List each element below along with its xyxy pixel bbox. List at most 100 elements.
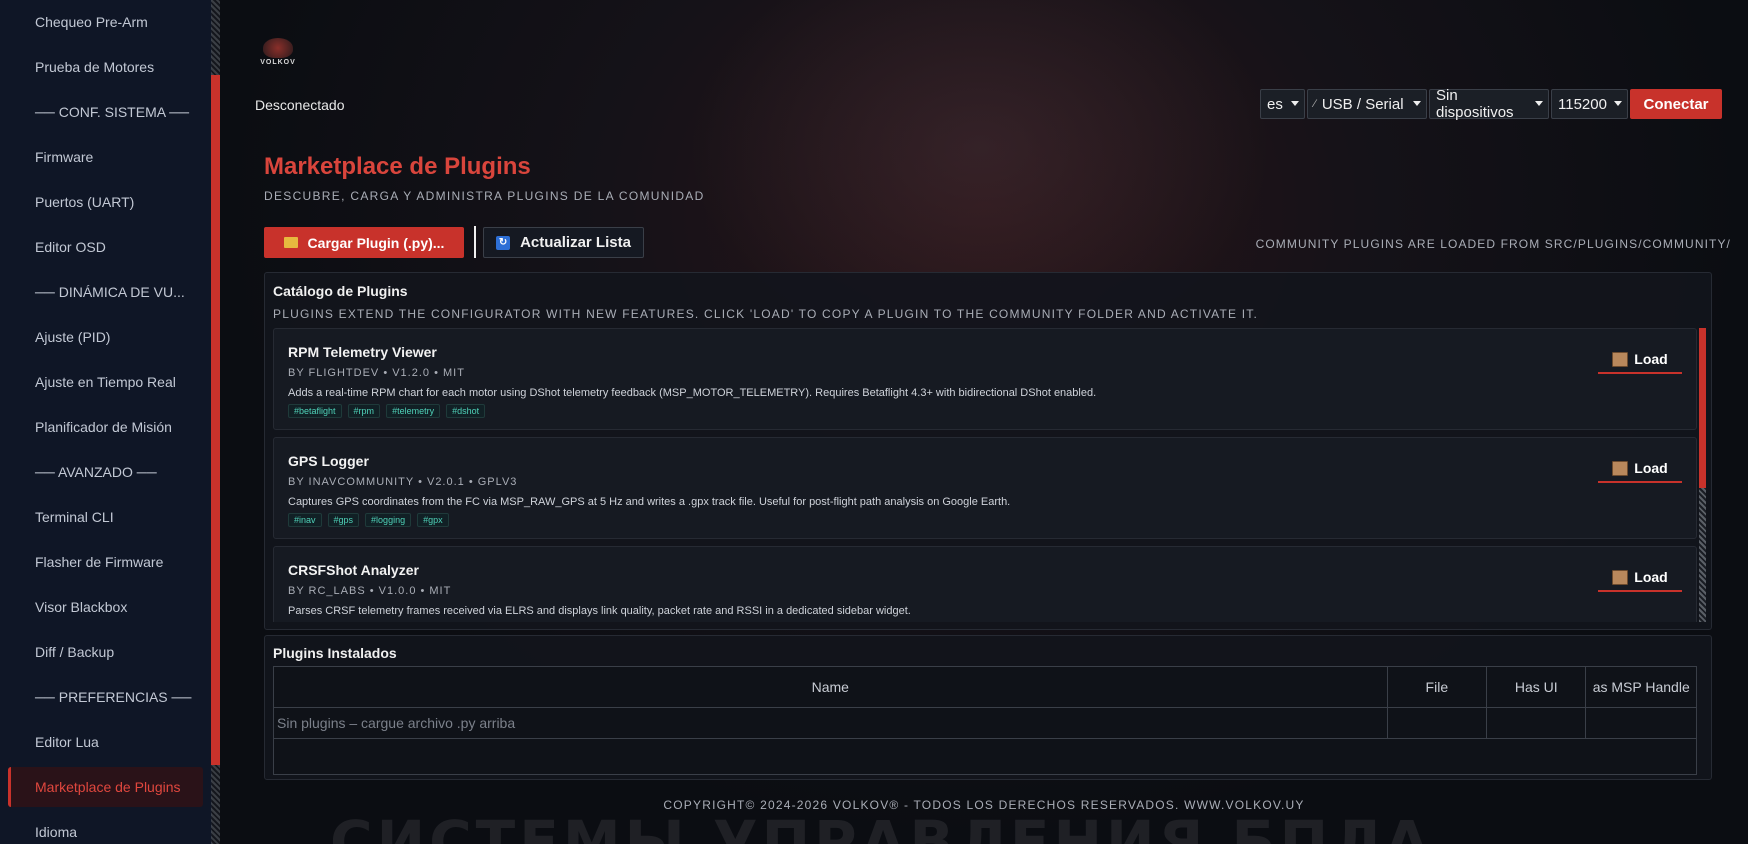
- sidebar-item[interactable]: Terminal CLI: [8, 497, 203, 537]
- plugin-tag[interactable]: #rpm: [347, 404, 381, 418]
- chevron-down-icon: [1291, 101, 1299, 106]
- empty-table-message: Sin plugins – cargue archivo .py arriba: [273, 707, 1388, 739]
- plugin-tag[interactable]: #gps: [327, 513, 360, 527]
- chevron-down-icon: [1614, 101, 1622, 106]
- connect-button[interactable]: Conectar: [1630, 89, 1722, 119]
- table-empty-space: [273, 738, 1697, 775]
- logo-emblem-icon: [263, 38, 293, 58]
- plugin-meta: BY FLIGHTDEV • V1.2.0 • MIT: [288, 367, 465, 379]
- plugin-name: CRSFShot Analyzer: [288, 562, 419, 578]
- plugin-description: Parses CRSF telemetry frames received vi…: [288, 605, 911, 617]
- port-type-select[interactable]: ∕ USB / Serial: [1307, 89, 1427, 119]
- baud-select[interactable]: 115200: [1551, 89, 1628, 119]
- connection-toolbar: es ∕ USB / Serial Sin dispositivos 11520…: [1260, 87, 1722, 121]
- plugin-load-label: Load: [1634, 351, 1668, 367]
- sidebar-item[interactable]: Puertos (UART): [8, 182, 203, 222]
- package-icon: [1612, 569, 1629, 585]
- toolbar-divider: [474, 226, 476, 258]
- catalog-subtitle: PLUGINS EXTEND THE CONFIGURATOR WITH NEW…: [273, 307, 1259, 321]
- sidebar-section-header: ── CONF. SISTEMA ──: [35, 104, 190, 120]
- sidebar-nav: Chequeo Pre-Arm Prueba de Motores ── CONF.…: [0, 0, 203, 844]
- plugin-meta: BY INAVCOMMUNITY • V2.0.1 • GPLV3: [288, 476, 518, 488]
- column-header-msp-handle[interactable]: as MSP Handle: [1585, 666, 1697, 708]
- sidebar-item[interactable]: Editor Lua: [8, 722, 203, 762]
- main-area: СИСТЕМЫ УПРАВЛЕНИЯ БПЛА VOLKOV Desconect…: [220, 0, 1748, 844]
- column-header-name[interactable]: Name: [273, 666, 1388, 708]
- plugin-card-list: RPM Telemetry Viewer BY FLIGHTDEV • V1.2.…: [273, 328, 1697, 622]
- catalog-scrollbar-thumb[interactable]: [1699, 328, 1706, 488]
- plugin-tag[interactable]: #dshot: [446, 404, 486, 418]
- sidebar-item[interactable]: Prueba de Motores: [8, 47, 203, 87]
- catalog-title: Catálogo de Plugins: [273, 283, 408, 299]
- plugin-tag[interactable]: #gpx: [417, 513, 449, 527]
- connection-status: Desconectado: [255, 97, 345, 113]
- background-watermark: СИСТЕМЫ УПРАВЛЕНИЯ БПЛА: [330, 808, 1434, 844]
- sidebar-item[interactable]: Visor Blackbox: [8, 587, 203, 627]
- table-row[interactable]: Sin plugins – cargue archivo .py arriba: [273, 707, 1697, 739]
- community-path-note: COMMUNITY PLUGINS ARE LOADED FROM SRC/PL…: [1255, 237, 1731, 251]
- package-icon: [1612, 460, 1629, 476]
- sidebar-item[interactable]: Diff / Backup: [8, 632, 203, 672]
- plugin-tags: #inav #gps #logging #gpx: [288, 513, 449, 527]
- plugin-description: Adds a real-time RPM chart for each moto…: [288, 387, 1097, 399]
- volkov-logo: VOLKOV: [256, 36, 300, 68]
- sidebar-item[interactable]: Marketplace de Plugins: [8, 767, 203, 807]
- plugin-load-label: Load: [1634, 569, 1668, 585]
- column-header-has-ui[interactable]: Has UI: [1486, 666, 1587, 708]
- plugin-tag[interactable]: #betaflight: [288, 404, 342, 418]
- installed-plugins-table: Name File Has UI as MSP Handle Sin plugi…: [273, 666, 1697, 775]
- plugin-load-label: Load: [1634, 460, 1668, 476]
- sidebar-section-header: ── AVANZADO ──: [35, 464, 157, 480]
- sidebar-item[interactable]: Chequeo Pre-Arm: [8, 2, 203, 42]
- folder-icon: [283, 237, 298, 248]
- device-value: Sin dispositivos: [1436, 87, 1514, 121]
- page-title: Marketplace de Plugins: [264, 153, 531, 180]
- refresh-list-button[interactable]: ↻ Actualizar Lista: [483, 227, 644, 258]
- plugin-load-button[interactable]: Load: [1598, 564, 1682, 592]
- sidebar: Chequeo Pre-Arm Prueba de Motores ── CONF.…: [0, 0, 212, 844]
- chevron-down-icon: [1535, 101, 1543, 106]
- plugin-meta: BY RC_LABS • V1.0.0 • MIT: [288, 585, 452, 597]
- page-subtitle: DESCUBRE, CARGA Y ADMINISTRA PLUGINS DE …: [264, 189, 705, 203]
- plugin-load-button[interactable]: Load: [1598, 346, 1682, 374]
- plug-icon: ∕: [1314, 98, 1316, 110]
- refresh-list-label: Actualizar Lista: [520, 234, 631, 251]
- sidebar-item[interactable]: Planificador de Misión: [8, 407, 203, 447]
- sidebar-item[interactable]: Flasher de Firmware: [8, 542, 203, 582]
- plugin-tag[interactable]: #inav: [288, 513, 322, 527]
- table-row: [273, 738, 1697, 775]
- plugin-tag[interactable]: #logging: [365, 513, 412, 527]
- load-plugin-button[interactable]: Cargar Plugin (.py)...: [264, 227, 464, 258]
- table-cell: [1585, 707, 1697, 739]
- port-type-value: USB / Serial: [1321, 95, 1404, 113]
- sidebar-scrollbar-thumb[interactable]: [211, 75, 220, 765]
- plugin-load-button[interactable]: Load: [1598, 455, 1682, 483]
- language-select[interactable]: es: [1260, 89, 1305, 119]
- plugin-name: GPS Logger: [288, 453, 369, 469]
- sidebar-item[interactable]: Ajuste (PID): [8, 317, 203, 357]
- plugin-tag[interactable]: #telemetry: [386, 404, 441, 418]
- sidebar-item[interactable]: Ajuste en Tiempo Real: [8, 362, 203, 402]
- refresh-icon: ↻: [496, 235, 511, 250]
- plugin-description: Captures GPS coordinates from the FC via…: [288, 496, 1011, 508]
- plugin-card: CRSFShot Analyzer BY RC_LABS • V1.0.0 • M…: [273, 546, 1697, 622]
- chevron-down-icon: [1413, 101, 1421, 106]
- sidebar-section-header: ── PREFERENCIAS ──: [35, 689, 192, 705]
- plugin-tags: #betaflight #rpm #telemetry #dshot: [288, 404, 486, 418]
- sidebar-item[interactable]: Editor OSD: [8, 227, 203, 267]
- table-cell: [1486, 707, 1587, 739]
- installed-title: Plugins Instalados: [273, 645, 397, 661]
- installed-plugins-panel: Plugins Instalados Name File Has UI as M…: [264, 635, 1712, 780]
- plugin-name: RPM Telemetry Viewer: [288, 344, 437, 360]
- language-value: es: [1267, 95, 1283, 113]
- table-header-row: Name File Has UI as MSP Handle: [273, 666, 1697, 708]
- sidebar-item[interactable]: Firmware: [8, 137, 203, 177]
- column-header-file[interactable]: File: [1386, 666, 1488, 708]
- load-plugin-label: Cargar Plugin (.py)...: [307, 234, 445, 251]
- sidebar-section-header: ── DINÁMICA DE VU...: [35, 284, 185, 300]
- plugin-catalog-panel: Catálogo de Plugins PLUGINS EXTEND THE C…: [264, 272, 1712, 630]
- device-select[interactable]: Sin dispositivos: [1429, 87, 1549, 121]
- table-cell: [1386, 707, 1488, 739]
- logo-wordmark: VOLKOV: [260, 59, 296, 66]
- sidebar-item[interactable]: Idioma: [8, 812, 203, 844]
